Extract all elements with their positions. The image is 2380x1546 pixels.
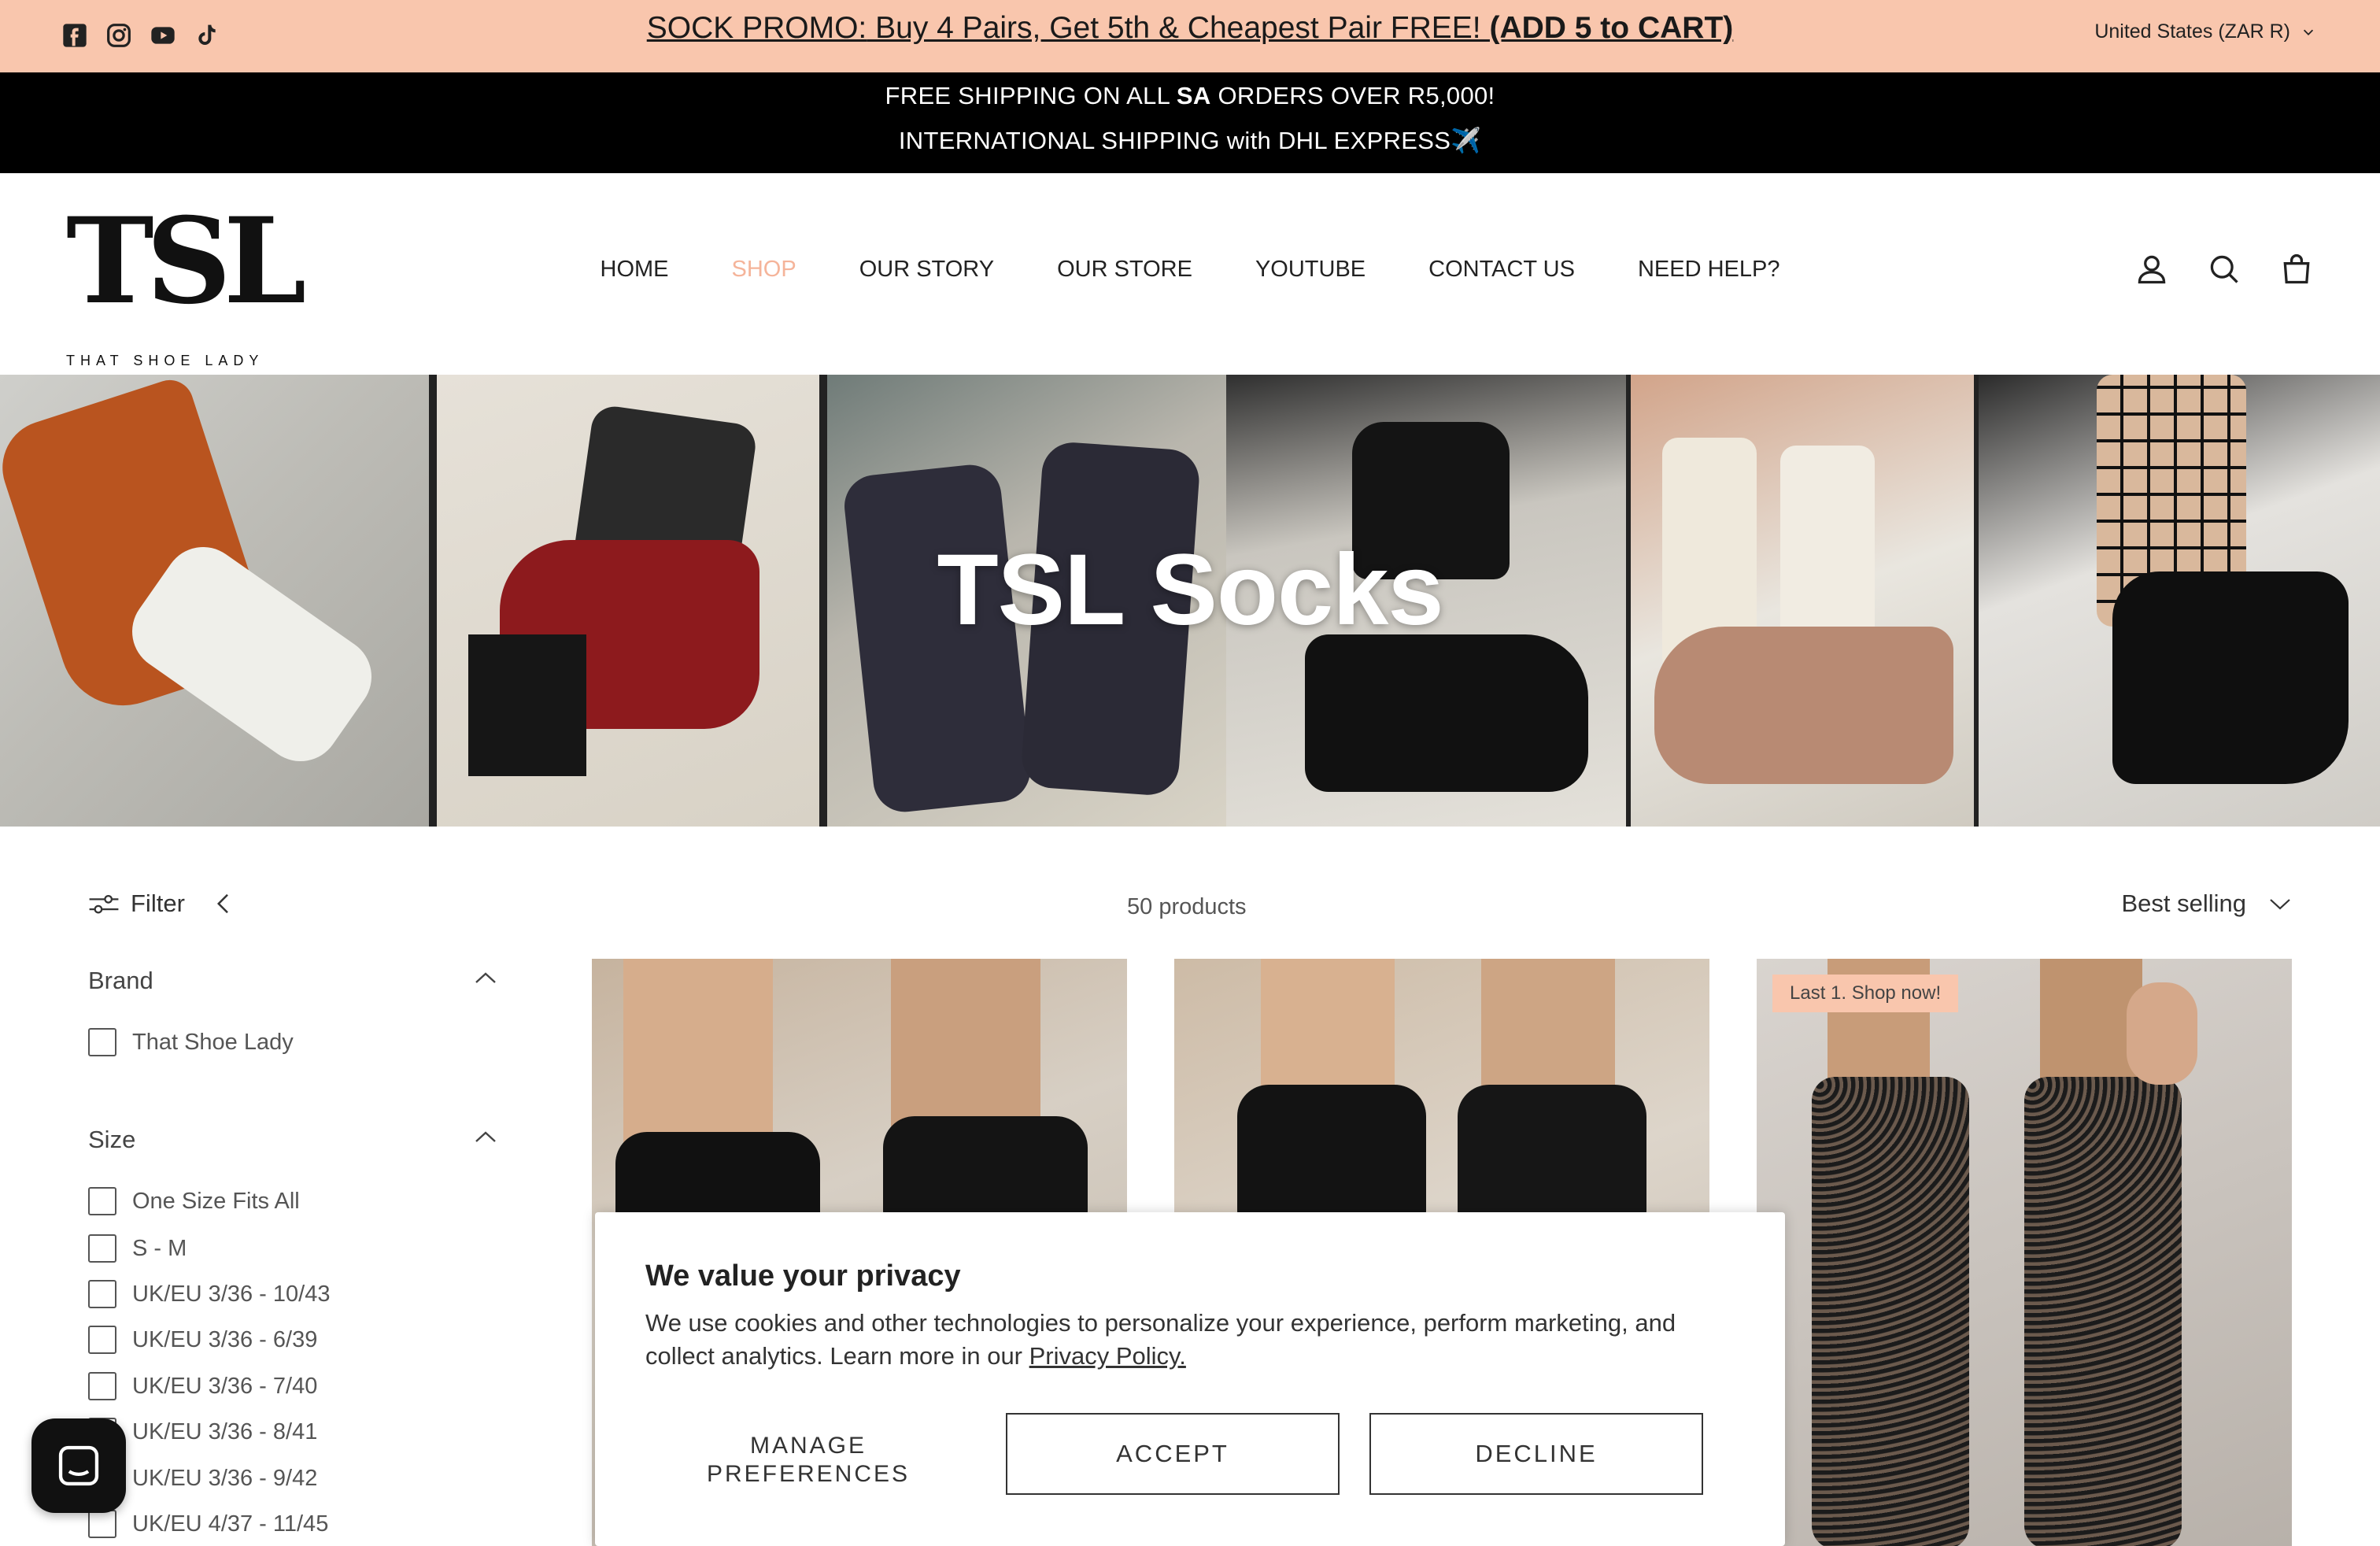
privacy-policy-link[interactable]: Privacy Policy. <box>1029 1342 1186 1370</box>
promo-message[interactable]: SOCK PROMO: Buy 4 Pairs, Get 5th & Cheap… <box>0 11 2380 46</box>
checkbox[interactable] <box>88 1028 116 1056</box>
account-icon[interactable] <box>2134 252 2169 287</box>
nav-our-store[interactable]: OUR STORE <box>1057 257 1192 283</box>
filter-icon <box>89 894 119 914</box>
checkbox[interactable] <box>88 1280 116 1308</box>
promo-suffix: (ADD 5 to CART) <box>1489 11 1734 45</box>
accept-button[interactable]: ACCEPT <box>1006 1413 1340 1495</box>
nav-home[interactable]: HOME <box>601 257 669 283</box>
nav-shop[interactable]: SHOP <box>732 257 796 283</box>
promo-middle: Buy 4 Pairs, Get 5th & Cheapest Pair FRE… <box>867 11 1490 45</box>
logo-subtitle: THAT SHOE LADY <box>66 353 264 368</box>
chevron-down-icon <box>2303 29 2314 35</box>
cookie-consent-dialog: We value your privacy We use cookies and… <box>595 1212 1785 1546</box>
chevron-up-icon[interactable] <box>474 970 497 986</box>
shipping-line-1b: SA <box>1176 82 1211 109</box>
filter-option-size[interactable]: UK/EU 4/37 - 11/45 <box>88 1510 328 1538</box>
option-label: One Size Fits All <box>132 1188 300 1214</box>
chevron-down-icon <box>2270 899 2290 910</box>
option-label: UK/EU 4/37 - 11/45 <box>132 1511 329 1537</box>
nav-contact-us[interactable]: CONTACT US <box>1428 257 1575 283</box>
cart-icon[interactable] <box>2279 252 2314 287</box>
chevron-left-icon <box>216 893 228 914</box>
chat-widget-button[interactable] <box>31 1418 126 1513</box>
promo-prefix: SOCK PROMO: <box>646 11 867 45</box>
checkbox[interactable] <box>88 1326 116 1354</box>
site-header: TSL THAT SHOE LADY HOME SHOP OUR STORY O… <box>0 173 2380 375</box>
currency-selector[interactable]: United States (ZAR R) <box>2094 20 2315 43</box>
product-count: 50 products <box>1127 894 1247 919</box>
filter-option-size[interactable]: UK/EU 3/36 - 10/43 <box>88 1280 330 1308</box>
filter-option-brand[interactable]: That Shoe Lady <box>88 1028 294 1056</box>
sort-label: Best selling <box>2121 890 2246 917</box>
filter-label: Filter <box>131 890 185 917</box>
shipping-bar: FREE SHIPPING ON ALL SA ORDERS OVER R5,0… <box>0 72 2380 173</box>
announcement-bar: SOCK PROMO: Buy 4 Pairs, Get 5th & Cheap… <box>0 0 2380 72</box>
filter-group-brand-title[interactable]: Brand <box>88 967 153 995</box>
option-label: UK/EU 3/36 - 9/42 <box>132 1465 318 1491</box>
filter-group-size-title[interactable]: Size <box>88 1126 135 1154</box>
nav-need-help[interactable]: NEED HELP? <box>1638 257 1780 283</box>
filter-option-size[interactable]: UK/EU 3/36 - 6/39 <box>88 1326 317 1354</box>
option-label: UK/EU 3/36 - 10/43 <box>132 1281 331 1307</box>
checkbox[interactable] <box>88 1372 116 1400</box>
collection-title: TSL Socks <box>937 534 1443 646</box>
currency-label: United States (ZAR R) <box>2094 20 2290 43</box>
search-icon[interactable] <box>2207 252 2241 287</box>
checkbox[interactable] <box>88 1187 116 1215</box>
chevron-up-icon[interactable] <box>474 1129 497 1145</box>
shipping-line-1: FREE SHIPPING ON ALL SA ORDERS OVER R5,0… <box>0 82 2380 110</box>
nav-youtube[interactable]: YOUTUBE <box>1255 257 1366 283</box>
stock-badge: Last 1. Shop now! <box>1772 975 1959 1012</box>
shipping-line-1c: ORDERS OVER R5,000! <box>1210 82 1495 109</box>
nav-our-story[interactable]: OUR STORY <box>859 257 994 283</box>
option-label: UK/EU 3/36 - 6/39 <box>132 1326 318 1352</box>
shipping-line-1a: FREE SHIPPING ON ALL <box>885 82 1177 109</box>
product-card-image[interactable] <box>1757 959 2292 1546</box>
chat-icon <box>58 1445 99 1486</box>
checkbox[interactable] <box>88 1234 116 1263</box>
filter-toggle-button[interactable]: Filter <box>88 890 234 918</box>
option-label: That Shoe Lady <box>132 1029 294 1055</box>
filter-option-size[interactable]: UK/EU 3/36 - 7/40 <box>88 1372 317 1400</box>
shipping-line-2: INTERNATIONAL SHIPPING with DHL EXPRESS✈… <box>898 127 1482 154</box>
option-label: UK/EU 3/36 - 7/40 <box>132 1373 318 1399</box>
sort-select[interactable]: Best selling <box>2121 890 2292 918</box>
option-label: UK/EU 3/36 - 8/41 <box>132 1418 318 1444</box>
option-label: S - M <box>132 1235 187 1261</box>
filter-option-size[interactable]: S - M <box>88 1234 187 1263</box>
cookie-text: We use cookies and other technologies to… <box>645 1307 1747 1373</box>
cookie-title: We value your privacy <box>645 1259 961 1293</box>
manage-preferences-button[interactable]: MANAGE PREFERENCES <box>645 1413 971 1495</box>
main-nav: HOME SHOP OUR STORY OUR STORE YOUTUBE CO… <box>0 257 2380 283</box>
header-actions <box>2134 252 2314 287</box>
decline-button[interactable]: DECLINE <box>1369 1413 1703 1495</box>
checkbox[interactable] <box>88 1510 116 1538</box>
filter-option-size[interactable]: One Size Fits All <box>88 1187 300 1215</box>
